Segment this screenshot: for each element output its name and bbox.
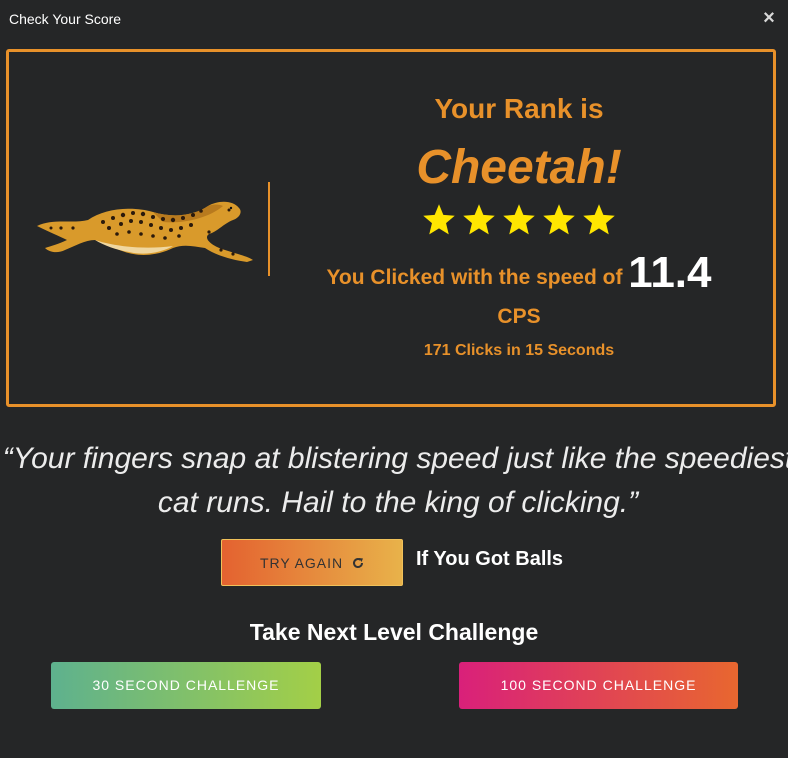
quote-line-1: “Your fingers snap at blistering speed j… bbox=[2, 442, 788, 475]
close-icon[interactable]: × bbox=[762, 8, 776, 28]
speed-prefix: You Clicked with the speed of bbox=[326, 266, 623, 289]
quote-line-2: cat runs. Hail to the king of clicking.” bbox=[157, 486, 639, 519]
result-quote: “Your fingers snap at blistering speed j… bbox=[0, 437, 788, 525]
rating-stars bbox=[309, 202, 729, 238]
speed-line: You Clicked with the speed of 11.4 bbox=[299, 248, 739, 298]
divider bbox=[268, 182, 270, 276]
try-again-label: TRY AGAIN bbox=[259, 555, 344, 571]
clicks-summary: 171 Clicks in 15 Seconds bbox=[423, 342, 615, 359]
speed-unit: CPS bbox=[497, 305, 541, 328]
star-icon bbox=[463, 204, 495, 235]
score-box: Your Rank is Cheetah! You Clicked with t… bbox=[6, 49, 776, 407]
30-second-challenge-button[interactable]: 30 SECOND CHALLENGE bbox=[51, 662, 321, 709]
rank-name: Cheetah! bbox=[416, 141, 622, 194]
rank-label: Your Rank is bbox=[434, 93, 604, 124]
cheetah-image bbox=[33, 188, 263, 268]
next-level-heading: Take Next Level Challenge bbox=[249, 619, 539, 645]
speed-value: 11.4 bbox=[628, 248, 712, 297]
balls-text: If You Got Balls bbox=[416, 548, 564, 570]
try-again-button[interactable]: TRY AGAIN bbox=[221, 539, 403, 586]
refresh-icon bbox=[352, 540, 364, 587]
100-second-challenge-button[interactable]: 100 SECOND CHALLENGE bbox=[459, 662, 738, 709]
modal-title: Check Your Score bbox=[9, 11, 122, 27]
score-modal: Check Your Score × Your Rank is Cheetah!… bbox=[0, 0, 788, 758]
star-icon bbox=[543, 204, 575, 235]
star-icon bbox=[583, 204, 615, 235]
star-icon bbox=[423, 204, 455, 235]
star-icon bbox=[503, 204, 535, 235]
